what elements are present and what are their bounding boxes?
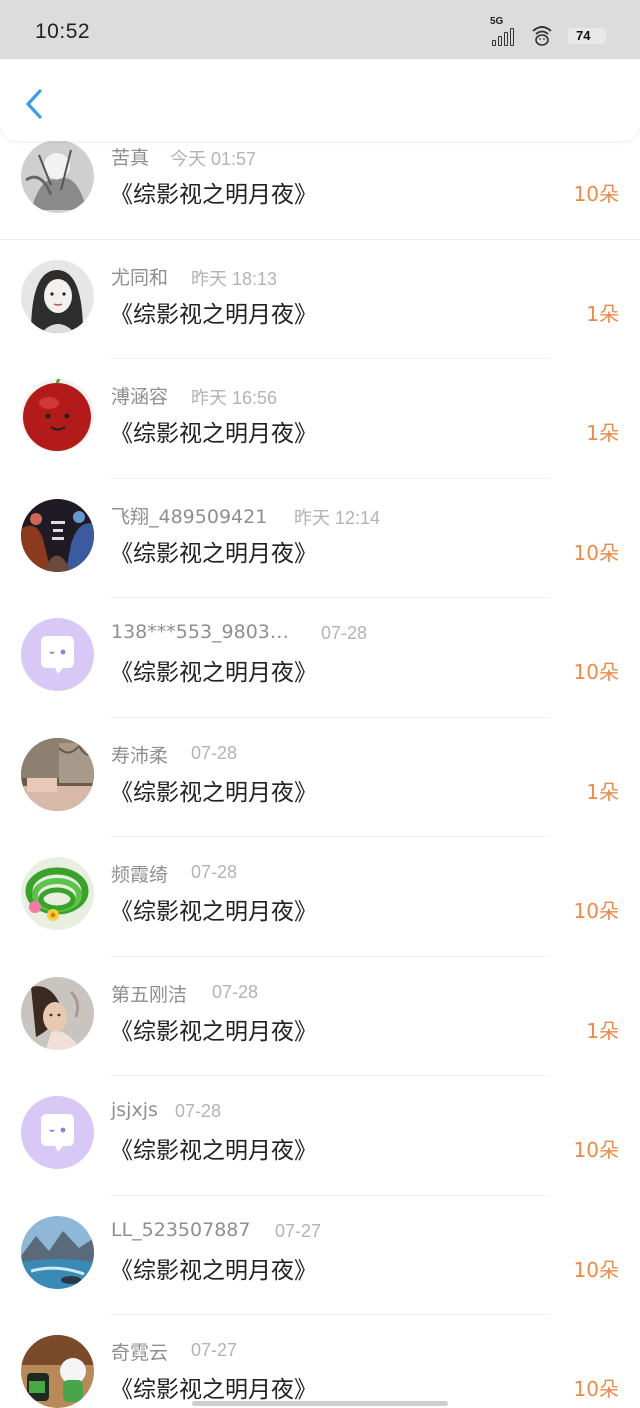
gift-time: 07-27: [191, 1340, 238, 1360]
list-item[interactable]: 138***553_9803… 07-28 《综影视之明月夜》 10朵: [0, 598, 640, 718]
gift-time: 07-27: [275, 1220, 322, 1241]
back-chevron-icon[interactable]: [18, 85, 52, 123]
network-type-label: 5G: [490, 16, 504, 27]
gift-time: 昨天 18:13: [191, 268, 278, 289]
user-name: 飞翔_489509421: [111, 505, 268, 528]
user-name: 苦真: [111, 147, 150, 169]
gift-time: 今天 01:57: [170, 149, 257, 169]
list-item[interactable]: jsjxjs 07-28 《综影视之明月夜》 10朵: [0, 1076, 640, 1196]
user-name: 频霞绮: [111, 864, 169, 886]
book-title: 《综影视之明月夜》: [110, 1138, 317, 1164]
user-name: 寿沛柔: [111, 744, 169, 767]
book-title: 《综影视之明月夜》: [110, 660, 317, 686]
gift-amount: 10朵: [573, 182, 619, 206]
list-item[interactable]: 第五刚洁 07-28 《综影视之明月夜》 1朵: [0, 957, 640, 1077]
gift-amount: 10朵: [573, 660, 619, 684]
gift-time: 昨天 16:56: [191, 388, 278, 408]
list-item[interactable]: LL_523507887 07-27 《综影视之明月夜》 10朵: [0, 1196, 640, 1316]
gift-amount: 10朵: [573, 1377, 619, 1401]
wifi-icon: [532, 26, 552, 46]
book-title: 《综影视之明月夜》: [110, 421, 317, 447]
avatar[interactable]: [21, 1215, 94, 1289]
book-title: 《综影视之明月夜》: [110, 540, 317, 567]
cellular-signal-icon: 5G: [490, 16, 520, 46]
nav-bar: [0, 59, 640, 141]
list-item[interactable]: 溥涵容 昨天 16:56 《综影视之明月夜》 1朵: [0, 359, 640, 479]
gift-amount: 1朵: [586, 1018, 619, 1043]
book-title: 《综影视之明月夜》: [110, 899, 317, 925]
gift-amount: 1朵: [586, 421, 619, 445]
book-title: 《综影视之明月夜》: [110, 1377, 317, 1403]
gift-amount: 10朵: [573, 899, 619, 923]
status-time: 10:52: [35, 20, 91, 43]
gift-time: 昨天 12:14: [294, 507, 381, 528]
avatar[interactable]: [21, 140, 94, 213]
gift-amount: 10朵: [573, 1257, 619, 1282]
gift-time: 07-28: [212, 981, 259, 1002]
gift-record-list: 苦真 今天 01:57 《综影视之明月夜》 10朵 尤同和 昨天 18:13 《…: [0, 120, 640, 1408]
gift-time: 07-28: [191, 742, 238, 763]
user-name: 溥涵容: [111, 386, 169, 408]
book-title: 《综影视之明月夜》: [110, 301, 317, 328]
gift-amount: 10朵: [573, 540, 619, 565]
gift-amount: 1朵: [586, 301, 619, 326]
gift-amount: 10朵: [573, 1138, 619, 1162]
user-name: 尤同和: [111, 266, 169, 289]
avatar[interactable]: [21, 857, 94, 930]
user-name: 第五刚洁: [111, 983, 188, 1006]
battery-level: 74: [576, 28, 591, 43]
gift-amount: 1朵: [586, 779, 619, 804]
avatar[interactable]: [21, 1335, 94, 1408]
gift-time: 07-28: [321, 623, 368, 643]
gift-time: 07-28: [191, 862, 238, 882]
status-bar: 10:52 5G 74: [0, 0, 640, 60]
list-item[interactable]: 飞翔_489509421 昨天 12:14 《综影视之明月夜》 10朵: [0, 479, 640, 599]
home-indicator[interactable]: [192, 1401, 448, 1406]
book-title: 《综影视之明月夜》: [110, 182, 317, 208]
user-name: 奇霓云: [111, 1342, 169, 1364]
status-icons: 5G 74: [490, 16, 606, 46]
list-item[interactable]: 奇霓云 07-27 《综影视之明月夜》 10朵: [0, 1315, 640, 1408]
avatar[interactable]: [21, 976, 94, 1050]
list-item[interactable]: 寿沛柔 07-28 《综影视之明月夜》 1朵: [0, 718, 640, 838]
book-title: 《综影视之明月夜》: [110, 1018, 317, 1045]
avatar[interactable]: [21, 737, 94, 811]
gift-time: 07-28: [175, 1101, 222, 1121]
list-item[interactable]: 尤同和 昨天 18:13 《综影视之明月夜》 1朵: [0, 240, 640, 360]
battery-indicator: 74: [568, 24, 606, 46]
user-name: jsjxjs: [111, 1099, 158, 1121]
book-title: 《综影视之明月夜》: [110, 1257, 317, 1284]
book-title: 《综影视之明月夜》: [110, 779, 317, 806]
avatar[interactable]: [21, 498, 94, 572]
avatar[interactable]: [21, 618, 94, 691]
avatar[interactable]: [21, 259, 94, 333]
list-item[interactable]: 频霞绮 07-28 《综影视之明月夜》 10朵: [0, 837, 640, 957]
avatar[interactable]: [21, 1096, 94, 1169]
user-name: 138***553_9803…: [111, 621, 289, 643]
avatar[interactable]: [21, 379, 94, 452]
user-name: LL_523507887: [111, 1218, 251, 1241]
